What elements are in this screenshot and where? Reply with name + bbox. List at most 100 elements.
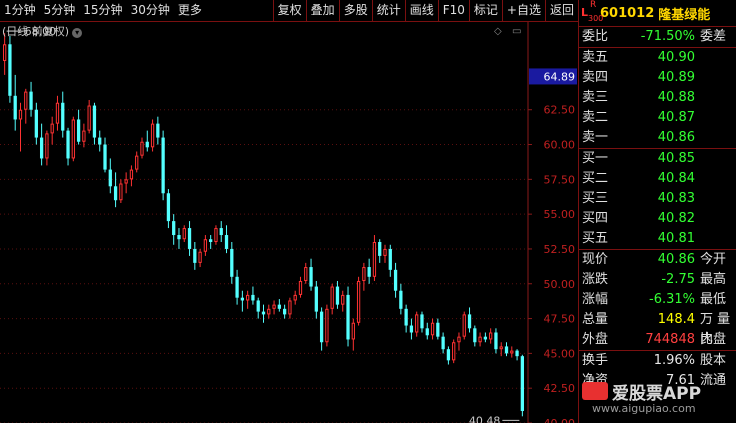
buy-order-value: 40.81 (657, 231, 695, 246)
candle-body (198, 251, 202, 263)
candle-body (55, 102, 60, 124)
candle-body (82, 130, 86, 142)
candle-body (393, 269, 398, 291)
candle-body (251, 294, 255, 301)
stock-header: L R 300 601012 隆基绿能 (579, 0, 736, 27)
tool-button-1[interactable]: 叠加 (307, 0, 339, 21)
buy-order-label: 买五 (582, 231, 609, 246)
tool-button-6[interactable]: 标记 (470, 0, 502, 21)
candle-body (467, 314, 472, 329)
kline-chart[interactable]: 62.50 60.00 57.50 55.00 52.50 50.00 47.50 45.00… (0, 22, 578, 423)
buy-order-row: 买三 40.83 (579, 189, 736, 209)
diamond-icon[interactable]: ◇ (494, 26, 502, 37)
candle-body (193, 248, 197, 263)
candle-body (489, 332, 493, 340)
stock-code: 601012 (600, 5, 655, 21)
candle-body (219, 228, 223, 236)
candle-body (473, 328, 477, 343)
stat-label: 总量 (582, 312, 609, 327)
sell-order-label: 卖四 (582, 70, 609, 85)
candle-body (24, 91, 28, 110)
candle-body (214, 228, 218, 242)
buy-order-row: 买二 40.84 (579, 169, 736, 189)
y-tick-label: 57.50 (544, 173, 576, 186)
candle-body (140, 141, 144, 156)
sell-order-value: 40.86 (657, 130, 695, 145)
candle-body (388, 248, 392, 270)
candle-body (425, 328, 429, 336)
badge-r: R (590, 0, 597, 10)
candle-body (124, 179, 128, 184)
candle-body (145, 141, 149, 148)
stat-label: 现价 (582, 252, 609, 267)
tool-button-4[interactable]: 画线 (406, 0, 438, 21)
candle-body (203, 239, 208, 252)
candle-body (18, 109, 23, 120)
watermark: 爱股票APP (582, 380, 734, 404)
buy-order-label: 买二 (582, 171, 609, 186)
extra-stat-row: 换手 1.96% 股本 (579, 351, 736, 371)
chevron-down-icon[interactable]: ▾ (72, 28, 83, 38)
sell-order-label: 卖五 (582, 50, 609, 65)
candle-body (34, 109, 38, 138)
candle-body (172, 221, 176, 236)
candle-body (298, 280, 303, 295)
tool-button-7[interactable]: +自选 (503, 0, 545, 21)
candle-body (335, 286, 340, 305)
candle-body (446, 349, 451, 361)
tool-button-2[interactable]: 多股 (340, 0, 372, 21)
quote-stats: 现价 40.86 今开 涨跌 -2.75 最高 涨幅 -6.31% 最低 总量 148.4 万 量比外… (579, 250, 736, 351)
period-1[interactable]: 5分钟 (40, 0, 80, 21)
chart-title-text: (日线 前复权) (2, 25, 70, 38)
quote-panel: L R 300 601012 隆基绿能 委比 -71.50% 委差 卖五 40.9… (578, 0, 736, 423)
y-tick-label: 52.50 (544, 243, 576, 256)
candle-body (98, 137, 102, 145)
extra-stat-value: 1.96% (653, 353, 695, 368)
candle-body (113, 186, 118, 201)
candle-body (161, 137, 165, 194)
y-tick-label: 60.00 (544, 139, 576, 152)
y-tick-label: 40.00 (544, 417, 576, 423)
weibi-section: 委比 -71.50% 委差 (579, 27, 736, 48)
candle-body (50, 123, 54, 134)
candle-body (224, 235, 229, 249)
candle-body (108, 169, 112, 187)
candle-body (399, 290, 403, 309)
tool-button-8[interactable]: 返回 (546, 0, 578, 21)
stat-label: 涨幅 (582, 292, 609, 307)
buy-order-value: 40.85 (657, 151, 695, 166)
candle-body (187, 228, 192, 249)
candle-body (420, 314, 424, 329)
candle-body (45, 133, 49, 159)
candle-body (76, 119, 81, 142)
sell-order-label: 卖一 (582, 130, 609, 145)
app-logo-icon (582, 382, 608, 400)
period-0[interactable]: 1分钟 (0, 0, 40, 21)
badge-l: L (581, 6, 589, 19)
candle-body (478, 336, 482, 343)
weibi-row: 委比 -71.50% 委差 (579, 27, 736, 47)
candle-body (383, 248, 387, 256)
tool-button-0[interactable]: 复权 (274, 0, 306, 21)
candle-body (119, 183, 123, 201)
candle-body (282, 308, 287, 315)
tool-button-5[interactable]: F10 (439, 0, 469, 21)
buy-order-value: 40.82 (657, 211, 695, 226)
candle-body (235, 276, 239, 298)
period-2[interactable]: 15分钟 (79, 0, 126, 21)
sell-order-row: 卖五 40.90 (579, 48, 736, 68)
candle-body (319, 311, 324, 343)
period-3[interactable]: 30分钟 (127, 0, 174, 21)
weibi-label: 委比 (582, 29, 609, 44)
candle-body (304, 267, 308, 281)
lr-badge-icon[interactable]: L R 300 (579, 0, 603, 26)
tool-button-3[interactable]: 统计 (373, 0, 405, 21)
period-4[interactable]: 更多 (174, 0, 206, 21)
candle-body (209, 239, 213, 242)
candle-body (330, 286, 334, 309)
maximize-icon[interactable]: ▭ (512, 26, 521, 37)
current-price-label: 64.89 (544, 70, 576, 83)
candle-body (367, 267, 371, 277)
candle-body (341, 294, 345, 305)
y-tick-label: 47.50 (544, 313, 576, 326)
